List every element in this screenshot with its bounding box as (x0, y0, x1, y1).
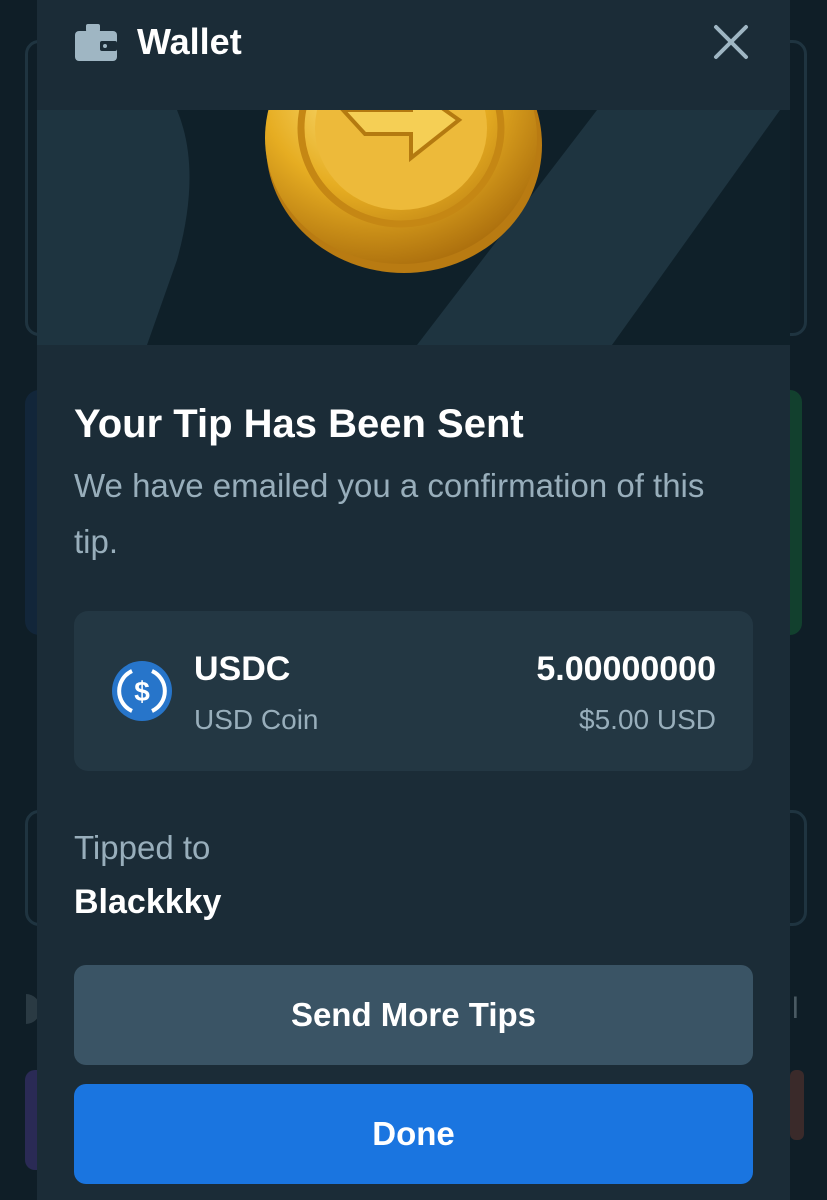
wallet-icon (74, 22, 118, 62)
hero-banner (37, 110, 790, 345)
modal-header: Wallet (37, 0, 790, 110)
done-button[interactable]: Done (74, 1084, 753, 1184)
token-symbol: USDC (194, 650, 291, 688)
background-glyph: l (792, 992, 799, 1025)
confirmation-subtitle: We have emailed you a confirmation of th… (74, 467, 705, 560)
token-summary-card: $ USDC USD Coin 5.00000000 $5.00 USD (74, 611, 753, 771)
svg-text:$: $ (134, 676, 150, 707)
token-name: USD Coin (194, 704, 319, 735)
background-banner-edge (790, 390, 802, 635)
recipient-label: Tipped to (74, 829, 211, 866)
token-amount: 5.00000000 (536, 650, 716, 688)
close-icon[interactable] (707, 18, 755, 66)
token-usd-value: $5.00 USD (579, 704, 716, 735)
confirmation-title: Your Tip Has Been Sent (74, 402, 524, 446)
wallet-modal: Wallet Your Tip Has Been Sent We have em… (37, 0, 790, 1200)
background-thumbnail (790, 1070, 804, 1140)
modal-title: Wallet (137, 21, 242, 62)
usdc-icon: $ (112, 661, 172, 721)
recipient-name: Blackkky (74, 883, 222, 921)
send-more-tips-button[interactable]: Send More Tips (74, 965, 753, 1065)
coin-illustration (261, 110, 551, 295)
